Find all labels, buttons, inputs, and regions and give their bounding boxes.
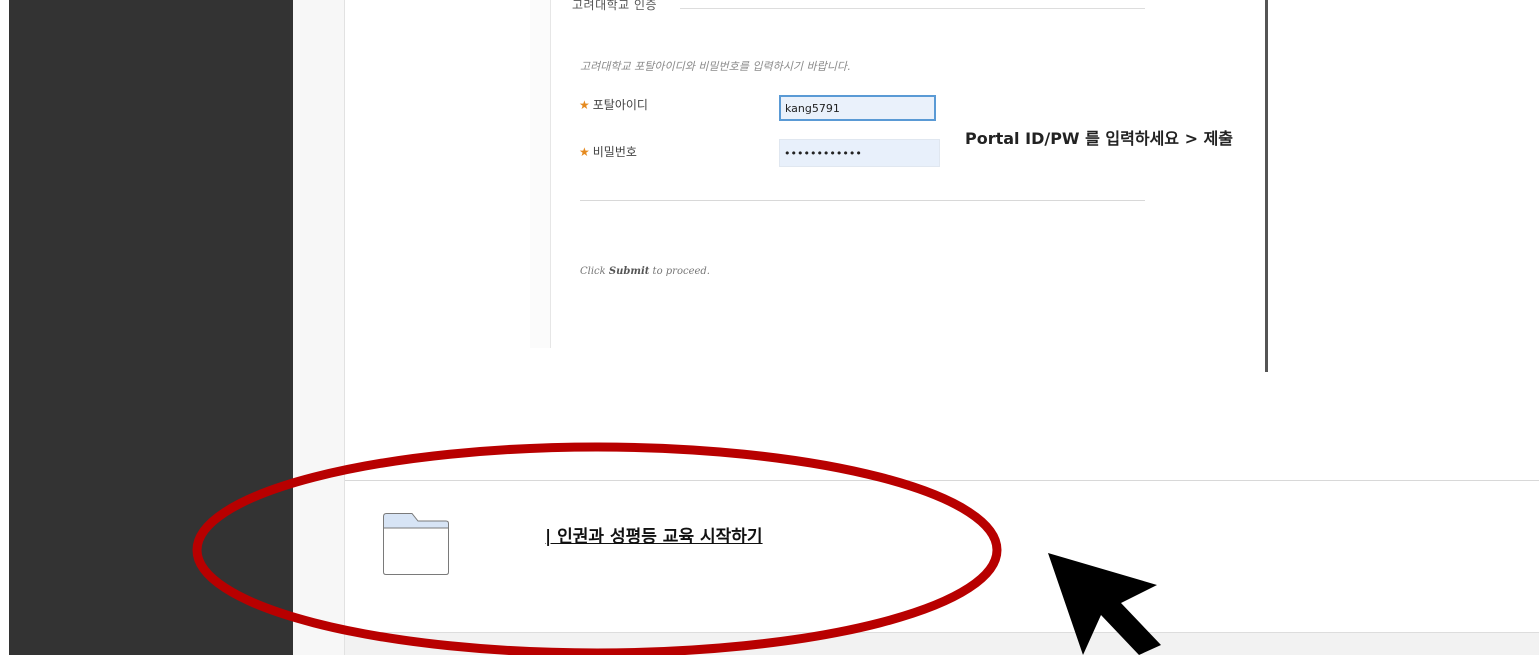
folder-icon <box>383 513 449 575</box>
start-education-link[interactable]: | 인권과 성평등 교육 시작하기 <box>545 522 763 547</box>
left-edge-strip <box>0 0 9 655</box>
bottom-band <box>345 632 1539 655</box>
screenshot-stage: 고려대학교 인증 고려대학교 포탈아이디와 비밀번호를 입력하시기 바랍니다. … <box>0 0 1539 655</box>
embedded-login-screenshot <box>530 0 1268 372</box>
content-gutter <box>293 0 345 655</box>
required-star-icon: ★ <box>579 145 590 159</box>
embedded-shot-left-border <box>530 0 551 348</box>
password-input[interactable] <box>779 139 940 167</box>
section-divider <box>345 480 1539 481</box>
auth-instruction: 고려대학교 포탈아이디와 비밀번호를 입력하시기 바랍니다. <box>580 60 851 73</box>
embedded-shot-right-border <box>1265 0 1268 372</box>
dark-sidebar <box>9 0 293 655</box>
portal-id-input[interactable] <box>779 95 936 121</box>
portal-id-label: ★ 포탈아이디 <box>579 96 648 113</box>
portal-id-label-text: 포탈아이디 <box>592 98 648 112</box>
submit-hint: Click Submit to proceed. <box>580 266 710 277</box>
instruction-annotation: Portal ID/PW 를 입력하세요 > 제출 <box>965 129 1234 148</box>
submit-hint-bold: Submit <box>608 266 650 277</box>
submit-hint-suffix: to proceed. <box>649 266 710 277</box>
form-divider <box>580 200 1145 201</box>
auth-section-legend: 고려대학교 인증 <box>572 0 658 12</box>
required-star-icon: ★ <box>579 98 590 112</box>
submit-hint-prefix: Click <box>580 266 609 277</box>
password-label-text: 비밀번호 <box>592 145 637 159</box>
legend-rule <box>680 8 1145 9</box>
password-label: ★ 비밀번호 <box>579 143 637 160</box>
